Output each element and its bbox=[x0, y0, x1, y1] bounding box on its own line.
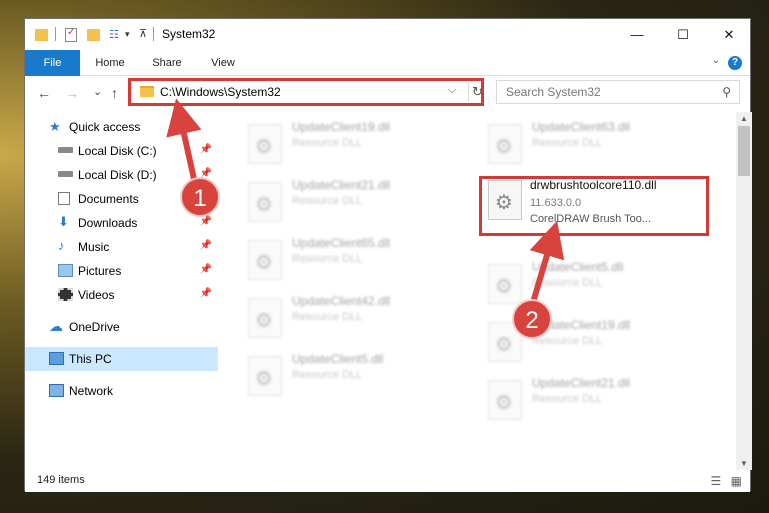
callout-2: 2 bbox=[512, 299, 552, 339]
callout-1: 1 bbox=[180, 177, 220, 217]
arrow-2 bbox=[529, 220, 565, 307]
annotation-arrows bbox=[166, 98, 565, 307]
